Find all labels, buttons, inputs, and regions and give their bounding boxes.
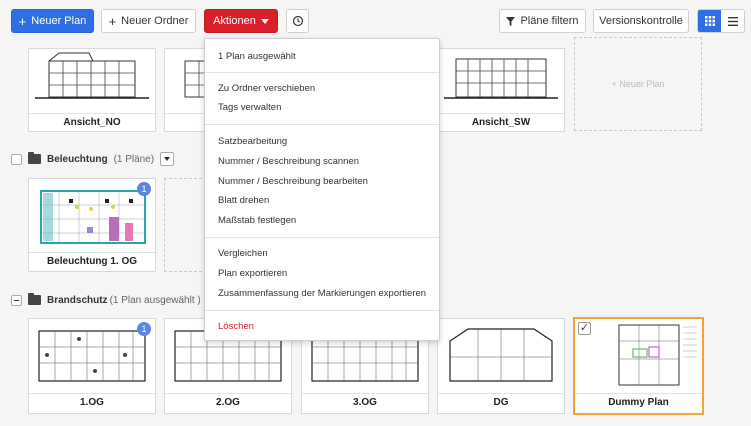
folder-checkbox[interactable] (11, 153, 22, 165)
toolbar: + Neuer Plan + Neuer Ordner Aktionen Plä… (0, 0, 751, 40)
caret-down-icon (260, 18, 269, 24)
plan-thumbnail (438, 319, 564, 393)
menu-divider (205, 237, 439, 238)
menu-item-batch-edit[interactable]: Satzbearbeitung (218, 136, 287, 147)
plus-icon: + (18, 13, 27, 29)
actions-dropdown-menu: 1 Plan ausgewählt Zu Ordner verschieben … (204, 38, 440, 341)
selection-count: 1 Plan ausgewählt (218, 51, 296, 62)
list-view-icon (727, 16, 738, 26)
filter-icon (506, 16, 516, 26)
menu-item-rotate-sheet[interactable]: Blatt drehen (218, 195, 269, 206)
plan-card[interactable]: Dummy Plan ✓ (573, 317, 704, 415)
folder-checkbox[interactable] (11, 294, 22, 306)
plan-card[interactable]: Ansicht_SW (437, 48, 565, 132)
folder-title: Beleuchtung (47, 153, 108, 165)
menu-item-export-markup-summary[interactable]: Zusammenfassung der Markierungen exporti… (218, 288, 426, 299)
plan-card[interactable]: 1.OG 1 (28, 318, 156, 414)
menu-divider (205, 124, 439, 125)
menu-item-scan-number[interactable]: Nummer / Beschreibung scannen (218, 156, 359, 167)
plus-icon: + (108, 13, 117, 29)
new-plan-button[interactable]: + Neuer Plan (11, 9, 94, 33)
plan-card-label: 3.OG (302, 393, 428, 411)
menu-divider (205, 72, 439, 73)
view-toggle (697, 9, 745, 33)
menu-item-compare[interactable]: Vergleichen (218, 248, 268, 259)
version-control-button[interactable]: Versionskontrolle (593, 9, 689, 33)
folder-count: (1 Plan ausgewählt ) (109, 294, 201, 306)
plan-checkbox[interactable]: ✓ (578, 322, 591, 335)
plan-card-label: Dummy Plan (575, 393, 702, 411)
plan-badge: 1 (137, 182, 151, 196)
folder-icon (28, 152, 41, 164)
menu-item-export-plan[interactable]: Plan exportieren (218, 268, 287, 279)
plan-card-label: Ansicht_SW (438, 113, 564, 131)
menu-item-move-to-folder[interactable]: Zu Ordner verschieben (218, 83, 315, 94)
menu-item-set-scale[interactable]: Maßstab festlegen (218, 215, 296, 226)
plan-card[interactable]: Ansicht_NO (28, 48, 156, 132)
plan-card-label: Beleuchtung 1. OG (29, 252, 155, 270)
plan-thumbnail (29, 49, 155, 113)
new-folder-button[interactable]: + Neuer Ordner (101, 9, 196, 33)
plan-card-label: 1.OG (29, 393, 155, 411)
grid-view-button[interactable] (698, 10, 721, 32)
actions-button[interactable]: Aktionen (204, 9, 278, 33)
folder-icon (28, 293, 41, 305)
plan-thumbnail (438, 49, 564, 113)
list-view-button[interactable] (721, 10, 744, 32)
folder-header-brandschutz: Brandschutz (1 Plan ausgewählt ) (11, 292, 221, 308)
menu-item-delete[interactable]: Löschen (218, 321, 254, 332)
folder-count: (1 Pläne) (113, 153, 155, 165)
plan-card[interactable]: DG (437, 318, 565, 414)
plan-card[interactable]: Beleuchtung 1. OG 1 (28, 178, 156, 272)
chevron-down-icon (164, 157, 171, 161)
folder-title: Brandschutz (47, 294, 108, 306)
plan-card-label: DG (438, 393, 564, 411)
plan-card-label: Ansicht_NO (29, 113, 155, 131)
history-icon (292, 15, 303, 27)
menu-item-edit-number[interactable]: Nummer / Beschreibung bearbeiten (218, 176, 368, 187)
history-button[interactable] (286, 9, 309, 33)
menu-item-manage-tags[interactable]: Tags verwalten (218, 102, 281, 113)
folder-menu-button[interactable] (160, 152, 175, 166)
plan-badge: 1 (137, 322, 151, 336)
filter-plans-button[interactable]: Pläne filtern (499, 9, 586, 33)
plan-card-label: 2.OG (165, 393, 291, 411)
grid-view-icon (704, 16, 715, 26)
folder-header-beleuchtung: Beleuchtung (1 Pläne) (11, 151, 175, 167)
new-plan-placeholder[interactable]: + Neuer Plan (574, 37, 702, 131)
plan-thumbnail (575, 319, 701, 393)
menu-divider (205, 310, 439, 311)
